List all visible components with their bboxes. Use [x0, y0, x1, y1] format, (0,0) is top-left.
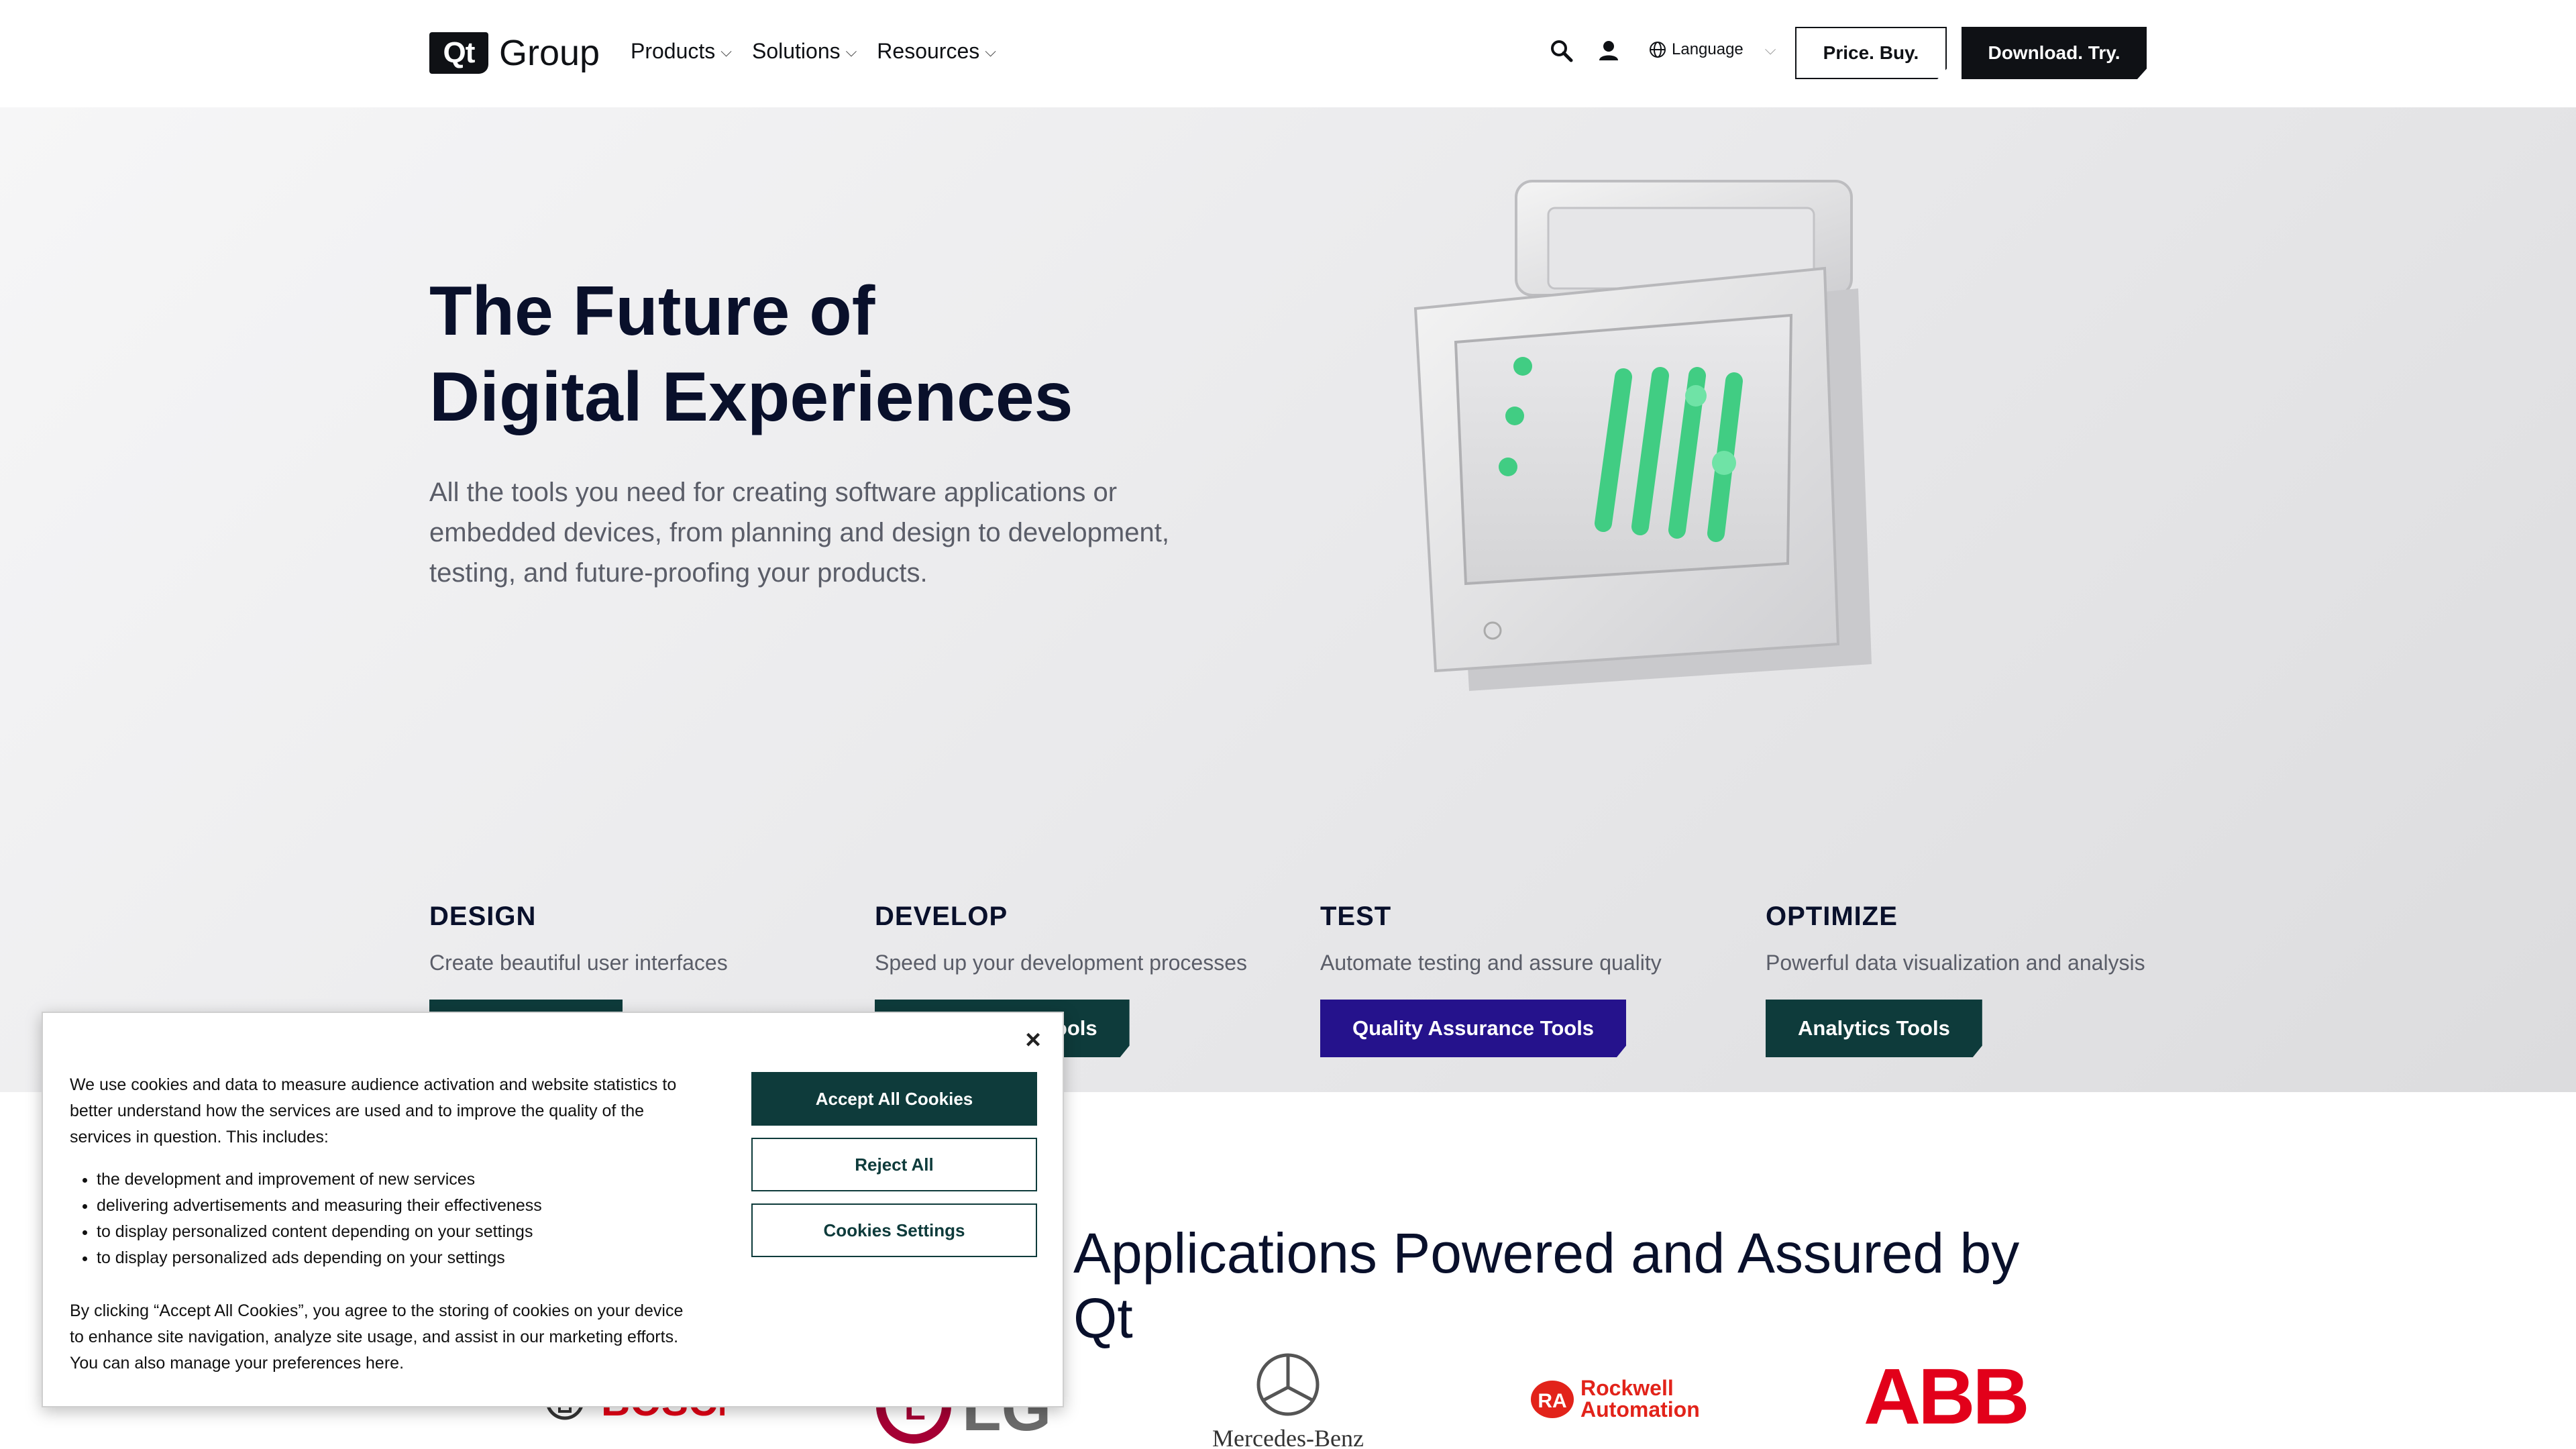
list-item: the development and improvement of new s…: [97, 1167, 700, 1193]
list-item: to display personalized ads depending on…: [97, 1245, 700, 1271]
hero-title-line1: The Future of: [429, 272, 875, 350]
chevron-down-icon: ⌵: [985, 42, 996, 60]
chevron-down-icon: ⌵: [720, 42, 732, 60]
hero-section: The Future of Digital Experiences All th…: [0, 107, 2576, 1092]
mercedes-benz-logo: Mercedes-Benz: [1212, 1353, 1364, 1449]
analytics-tools-button[interactable]: Analytics Tools: [1766, 1000, 1982, 1057]
chevron-down-icon: ⌵: [1764, 41, 1776, 58]
abb-logo: ABB: [1864, 1352, 2030, 1429]
nav-solutions[interactable]: Solutions ⌵: [752, 39, 857, 64]
site-header: Qt Group Products ⌵ Solutions ⌵ Resource…: [0, 0, 2576, 107]
category-description: Speed up your development processes: [875, 951, 1248, 975]
category-description: Create beautiful user interfaces: [429, 951, 728, 975]
svg-text:Mercedes-Benz: Mercedes-Benz: [1212, 1425, 1364, 1449]
download-try-button[interactable]: Download. Try.: [1962, 27, 2147, 79]
category-description: Automate testing and assure quality: [1320, 951, 1662, 975]
cookie-consent-banner: × We use cookies and data to measure aud…: [42, 1012, 1064, 1407]
main-nav: Products ⌵ Solutions ⌵ Resources ⌵: [631, 39, 996, 64]
language-label: Language: [1672, 40, 1743, 58]
svg-text:ABB: ABB: [1864, 1352, 2027, 1429]
price-buy-button[interactable]: Price. Buy.: [1795, 27, 1947, 79]
hero-title-line2: Digital Experiences: [429, 358, 1073, 436]
cookie-intro: We use cookies and data to measure audie…: [70, 1075, 677, 1146]
close-icon[interactable]: ×: [1018, 1025, 1048, 1055]
qt-group-logo[interactable]: Qt Group: [429, 32, 600, 74]
cookie-purposes-list: the development and improvement of new s…: [70, 1167, 700, 1271]
list-item: to display personalized content dependin…: [97, 1219, 700, 1245]
category-test: TEST Automate testing and assure quality…: [1320, 902, 1736, 1057]
quality-assurance-tools-button[interactable]: Quality Assurance Tools: [1320, 1000, 1626, 1057]
cookie-text: We use cookies and data to measure audie…: [70, 1072, 700, 1377]
svg-text:RA: RA: [1538, 1390, 1566, 1412]
category-description: Powerful data visualization and analysis: [1766, 951, 2145, 975]
category-title: OPTIMIZE: [1766, 902, 1898, 931]
powered-by-heading: Applications Powered and Assured by Qt: [1073, 1222, 2020, 1350]
logo-wordmark: Group: [499, 33, 600, 73]
hero-subtitle: All the tools you need for creating soft…: [429, 478, 1169, 588]
rockwell-automation-logo: RA Rockwell Automation: [1531, 1376, 1700, 1421]
chevron-down-icon: ⌵: [845, 42, 857, 60]
user-icon[interactable]: [1595, 38, 1622, 64]
nav-solutions-label: Solutions: [751, 39, 841, 63]
nav-products[interactable]: Products ⌵: [631, 39, 732, 64]
svg-text:Rockwell: Rockwell: [1580, 1376, 1674, 1400]
reject-all-button[interactable]: Reject All: [751, 1138, 1037, 1191]
nav-resources-label: Resources: [877, 39, 980, 63]
category-title: DEVELOP: [875, 902, 1008, 931]
language-selector[interactable]: Language ⌵: [1649, 40, 1776, 59]
category-title: TEST: [1320, 902, 1392, 931]
device-illustration: [1413, 180, 1872, 691]
accept-all-cookies-button[interactable]: Accept All Cookies: [751, 1072, 1037, 1126]
hero-title: The Future of Digital Experiences: [429, 268, 1234, 440]
category-optimize: OPTIMIZE Powerful data visualization and…: [1766, 902, 2182, 1057]
search-icon[interactable]: [1548, 38, 1575, 64]
cookie-outro: By clicking “Accept All Cookies”, you ag…: [70, 1301, 684, 1373]
qt-logo-badge: Qt: [429, 32, 488, 74]
globe-icon: [1650, 42, 1666, 58]
list-item: delivering advertisements and measuring …: [97, 1193, 700, 1219]
cookies-settings-button[interactable]: Cookies Settings: [751, 1203, 1037, 1257]
nav-products-label: Products: [631, 39, 716, 63]
category-title: DESIGN: [429, 902, 537, 931]
svg-text:Automation: Automation: [1580, 1397, 1700, 1421]
nav-resources[interactable]: Resources ⌵: [877, 39, 996, 64]
